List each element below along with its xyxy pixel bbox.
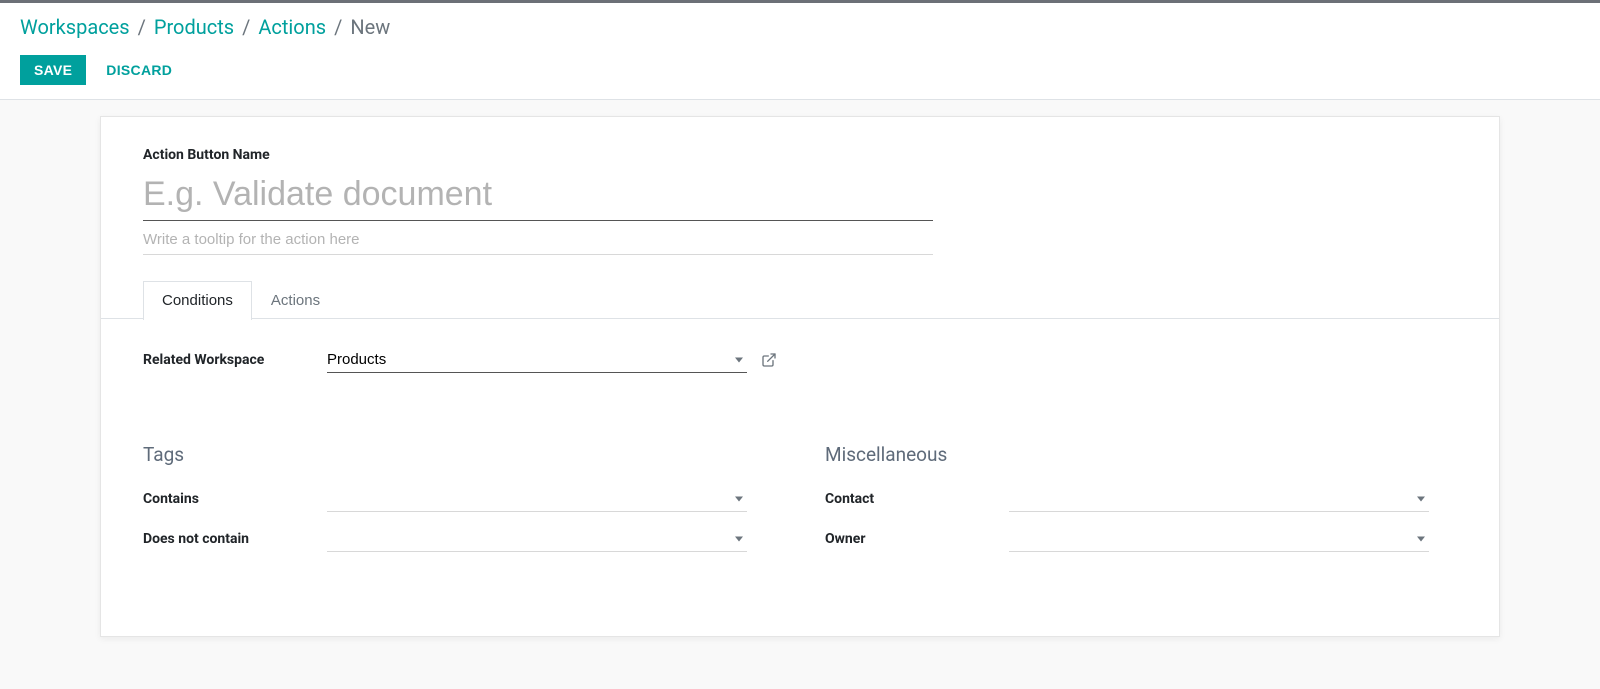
contact-input[interactable] [1009,486,1429,512]
tooltip-input[interactable] [143,221,933,255]
contains-input[interactable] [327,486,747,512]
does-not-contain-field[interactable] [327,526,747,552]
save-button[interactable]: SAVE [20,55,86,85]
breadcrumb-separator: / [334,13,342,41]
form-sheet: Action Button Name Conditions Actions Re… [100,116,1500,637]
action-name-label: Action Button Name [143,147,1457,163]
contains-label: Contains [143,491,327,507]
breadcrumb-workspaces[interactable]: Workspaces [20,13,130,41]
related-workspace-field[interactable] [327,347,747,373]
contains-field[interactable] [327,486,747,512]
external-link-icon[interactable] [761,352,777,368]
tab-conditions[interactable]: Conditions [143,281,252,320]
contact-label: Contact [825,491,1009,507]
action-name-input[interactable] [143,173,933,221]
button-row: SAVE DISCARD [20,55,1580,85]
breadcrumb-separator: / [242,13,250,41]
miscellaneous-group-title: Miscellaneous [825,443,1457,466]
tags-group-title: Tags [143,443,775,466]
related-workspace-label: Related Workspace [143,352,327,368]
owner-field[interactable] [1009,526,1429,552]
breadcrumb-actions[interactable]: Actions [258,13,326,41]
breadcrumb: Workspaces / Products / Actions / New [20,13,1580,41]
related-workspace-input[interactable] [327,347,747,373]
breadcrumb-current: New [350,13,390,41]
tabs: Conditions Actions [143,277,1457,319]
contact-field[interactable] [1009,486,1429,512]
owner-label: Owner [825,531,1009,547]
breadcrumb-products[interactable]: Products [154,13,234,41]
breadcrumb-separator: / [138,13,146,41]
control-bar: Workspaces / Products / Actions / New SA… [0,3,1600,100]
does-not-contain-label: Does not contain [143,531,327,547]
does-not-contain-input[interactable] [327,526,747,552]
tab-actions[interactable]: Actions [252,281,339,319]
discard-button[interactable]: DISCARD [102,55,176,85]
owner-input[interactable] [1009,526,1429,552]
